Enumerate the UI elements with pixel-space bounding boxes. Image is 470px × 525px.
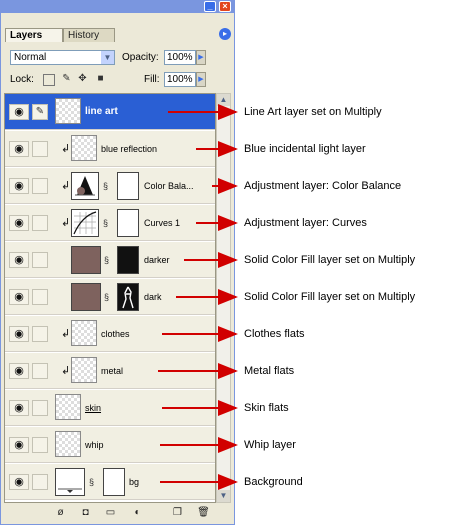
annotation-label: Adjustment layer: Curves: [244, 217, 367, 229]
annotation-label: Skin flats: [244, 402, 289, 414]
annotation-label: Metal flats: [244, 365, 295, 377]
annotation-label: Background: [244, 476, 303, 488]
annotation-label: Adjustment layer: Color Balance: [244, 180, 402, 192]
annotation-label: Solid Color Fill layer set on Multiply: [244, 291, 416, 303]
annotation-label: Solid Color Fill layer set on Multiply: [244, 254, 416, 266]
annotation-label: Line Art layer set on Multiply: [244, 106, 382, 118]
annotation-label: Whip layer: [244, 439, 296, 451]
annotation-label: Blue incidental light layer: [244, 143, 366, 155]
annotation-label: Clothes flats: [244, 328, 305, 340]
